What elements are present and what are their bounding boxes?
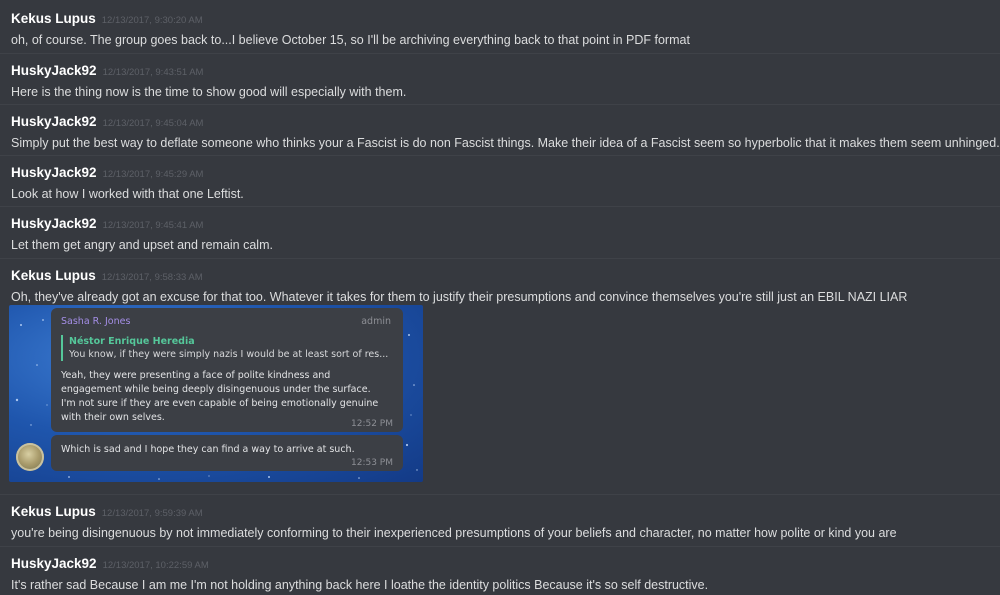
- author-name[interactable]: HuskyJack92: [11, 165, 97, 180]
- reply-text: You know, if they were simply nazis I wo…: [69, 349, 389, 360]
- bubble-time: 12:53 PM: [351, 458, 393, 468]
- author-name[interactable]: HuskyJack92: [11, 63, 97, 78]
- message: HuskyJack92 12/13/2017, 9:43:51 AM Here i…: [0, 53, 1000, 101]
- image-attachment[interactable]: Sasha R. Jones admin Néstor Enrique Here…: [9, 305, 423, 482]
- bubble-text-line: I'm not sure if they are even capable of…: [61, 398, 379, 409]
- timestamp: 12/13/2017, 9:58:33 AM: [101, 272, 203, 283]
- bubble-time: 12:52 PM: [351, 419, 393, 429]
- author-name[interactable]: Kekus Lupus: [11, 11, 96, 26]
- message: HuskyJack92 12/13/2017, 10:22:59 AM It's …: [0, 546, 1000, 594]
- message-text: you're being disingenuous by not immedia…: [11, 526, 897, 540]
- author-name[interactable]: Kekus Lupus: [11, 504, 96, 519]
- reply-quote: Néstor Enrique Heredia You know, if they…: [61, 335, 393, 361]
- message-text: Simply put the best way to deflate someo…: [11, 136, 1000, 150]
- chat-log: Kekus Lupus 12/13/2017, 9:30:20 AM oh, of…: [0, 0, 1000, 595]
- author-name[interactable]: HuskyJack92: [11, 556, 97, 571]
- message: Kekus Lupus 12/13/2017, 9:59:39 AM you're…: [0, 494, 1000, 542]
- message: Kekus Lupus 12/13/2017, 9:30:20 AM oh, of…: [0, 10, 1000, 49]
- timestamp: 12/13/2017, 10:22:59 AM: [102, 560, 209, 571]
- message-text: oh, of course. The group goes back to...…: [11, 33, 690, 47]
- avatar: [16, 443, 44, 471]
- message-bubble: Which is sad and I hope they can find a …: [51, 435, 403, 471]
- reply-author: Néstor Enrique Heredia: [69, 336, 195, 347]
- bubble-text-line: engagement while being deeply disingenuo…: [61, 384, 371, 395]
- message-text: It's rather sad Because I am me I'm not …: [11, 578, 709, 592]
- bubble-text: Yeah, they were presenting a face of pol…: [61, 369, 393, 425]
- message-text: Let them get angry and upset and remain …: [11, 238, 273, 252]
- author-name[interactable]: HuskyJack92: [11, 114, 97, 129]
- message-text: Look at how I worked with that one Lefti…: [11, 187, 244, 201]
- timestamp: 12/13/2017, 9:30:20 AM: [101, 15, 203, 26]
- message: Kekus Lupus 12/13/2017, 9:58:33 AM Oh, th…: [0, 258, 1000, 306]
- timestamp: 12/13/2017, 9:45:04 AM: [102, 118, 204, 129]
- message-text: Oh, they've already got an excuse for th…: [11, 290, 908, 304]
- bubble-text-line: with their own selves.: [61, 412, 165, 423]
- message-bubble: Sasha R. Jones admin Néstor Enrique Here…: [51, 308, 403, 432]
- timestamp: 12/13/2017, 9:45:29 AM: [102, 169, 204, 180]
- message: HuskyJack92 12/13/2017, 9:45:29 AM Look a…: [0, 155, 1000, 203]
- admin-label: admin: [361, 316, 391, 327]
- message: HuskyJack92 12/13/2017, 9:45:41 AM Let th…: [0, 206, 1000, 254]
- author-name[interactable]: HuskyJack92: [11, 216, 97, 231]
- timestamp: 12/13/2017, 9:45:41 AM: [102, 220, 204, 231]
- message-text: Here is the thing now is the time to sho…: [11, 85, 407, 99]
- bubble-text: Which is sad and I hope they can find a …: [61, 444, 355, 455]
- timestamp: 12/13/2017, 9:43:51 AM: [102, 67, 204, 78]
- author-name[interactable]: Kekus Lupus: [11, 268, 96, 283]
- bubble-text-line: Yeah, they were presenting a face of pol…: [61, 370, 331, 381]
- timestamp: 12/13/2017, 9:59:39 AM: [101, 508, 203, 519]
- message: HuskyJack92 12/13/2017, 9:45:04 AM Simply…: [0, 104, 1000, 152]
- bubble-sender-name: Sasha R. Jones: [61, 316, 131, 327]
